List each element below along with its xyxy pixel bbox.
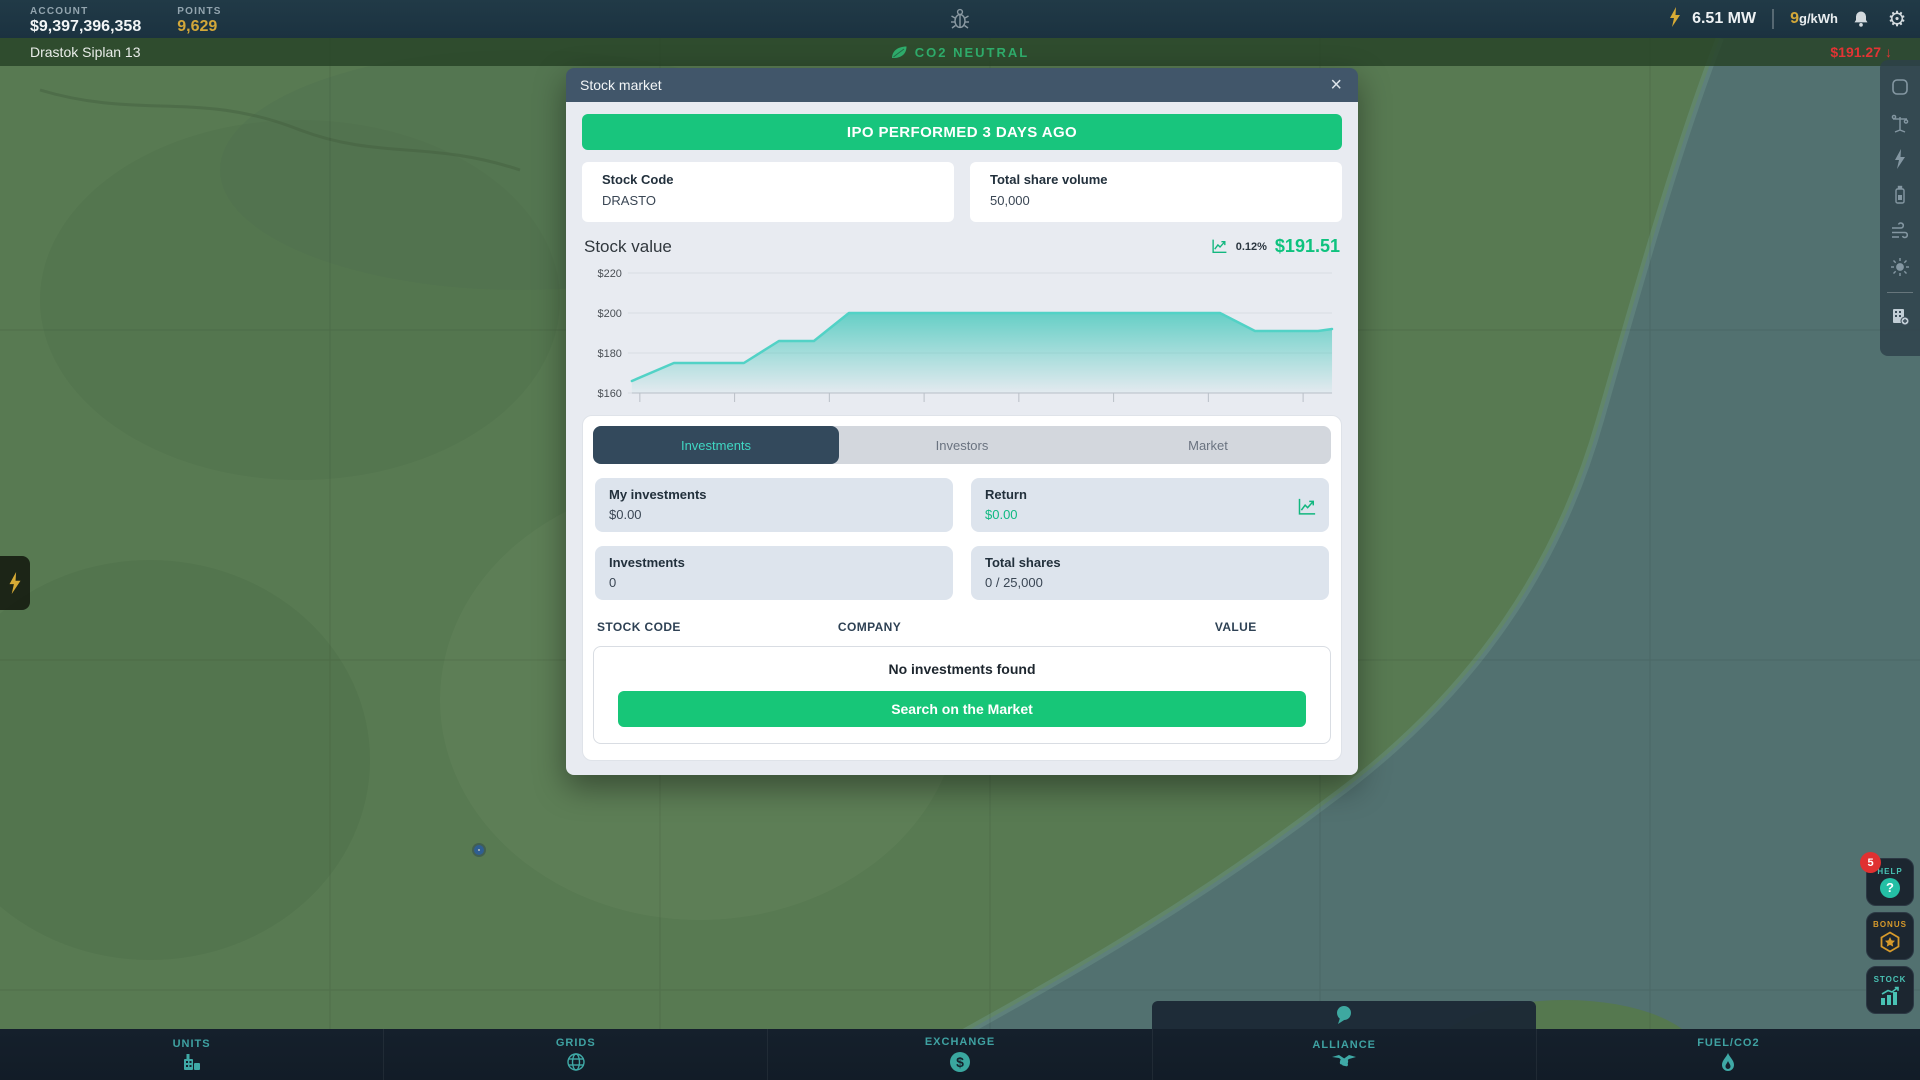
header-stock-code: STOCK CODE: [597, 620, 838, 634]
stock-code-value: DRASTO: [602, 193, 934, 208]
grids-globe-icon: [566, 1052, 586, 1072]
investments-count-value: 0: [609, 575, 939, 590]
city-marker[interactable]: [474, 845, 484, 855]
stock-chart: $220 $200 $180 $160: [582, 261, 1342, 411]
my-investments-label: My investments: [609, 487, 939, 502]
my-investments-value: $0.00: [609, 507, 939, 522]
current-stock-value: $191.51: [1275, 236, 1340, 257]
stock-code-card: Stock Code DRASTO: [582, 162, 954, 222]
grids-label: GRIDS: [556, 1037, 596, 1049]
header-company: COMPANY: [838, 620, 1145, 634]
nav-fuel-co2[interactable]: FUEL/CO2: [1536, 1029, 1920, 1080]
trend-up-icon: [1211, 238, 1228, 255]
modal-body: IPO PERFORMED 3 DAYS AGO Stock Code DRAS…: [566, 102, 1358, 775]
investments-count-label: Investments: [609, 555, 939, 570]
units-label: UNITS: [173, 1038, 211, 1050]
investments-table-header: STOCK CODE COMPANY VALUE: [597, 620, 1327, 634]
total-shares-card: Total shares 0 / 25,000: [971, 546, 1329, 600]
my-investments-card: My investments $0.00: [595, 478, 953, 532]
co2-neutral-label: CO2 NEUTRAL: [915, 45, 1029, 60]
total-shares-label: Total shares: [985, 555, 1315, 570]
alliance-handshake-icon: [1331, 1054, 1357, 1070]
return-card: Return $0.00: [971, 478, 1329, 532]
share-volume-card: Total share volume 50,000: [970, 162, 1342, 222]
tab-bar: Investments Investors Market: [593, 426, 1331, 464]
tab-investors[interactable]: Investors: [839, 426, 1085, 464]
return-trend-icon: [1297, 497, 1317, 522]
help-badge: 5: [1860, 852, 1881, 873]
select-area-icon[interactable]: [1886, 72, 1914, 102]
svg-text:$: $: [956, 1054, 964, 1070]
empty-state-card: No investments found Search on the Marke…: [593, 646, 1331, 744]
wind-icon[interactable]: [1886, 216, 1914, 246]
svg-text:$180: $180: [598, 348, 622, 360]
share-volume-label: Total share volume: [990, 172, 1322, 187]
exchange-coin-icon: $: [949, 1051, 971, 1073]
corner-buttons: 5 HELP ? BONUS STOCK: [1866, 858, 1914, 1014]
nav-alliance[interactable]: ALLIANCE: [1152, 1029, 1536, 1080]
solar-sun-icon[interactable]: [1886, 252, 1914, 282]
build-toolbar: [1880, 60, 1920, 356]
chat-bubble-icon: [1333, 1005, 1355, 1025]
stock-market-modal: Stock market × IPO PERFORMED 3 DAYS AGO …: [566, 68, 1358, 775]
alliance-chat-popup[interactable]: [1152, 1001, 1536, 1029]
energy-flyout-handle[interactable]: [0, 556, 30, 610]
nav-units[interactable]: UNITS: [0, 1029, 383, 1080]
stock-chart-icon: [1879, 986, 1901, 1006]
exchange-label: EXCHANGE: [925, 1036, 995, 1048]
add-building-icon[interactable]: [1886, 301, 1914, 331]
company-strip: Drastok Siplan 13 CO2 NEUTRAL $191.27 ↓: [0, 38, 1920, 66]
help-question-icon: ?: [1880, 878, 1900, 898]
close-icon[interactable]: ×: [1328, 75, 1344, 95]
nav-exchange[interactable]: EXCHANGE $: [767, 1029, 1151, 1080]
co2-neutral-badge: CO2 NEUTRAL: [0, 45, 1920, 60]
return-value: $0.00: [985, 507, 1315, 522]
stock-button[interactable]: STOCK: [1866, 966, 1914, 1014]
tab-investments[interactable]: Investments: [593, 426, 839, 464]
stock-value-title: Stock value: [584, 237, 672, 257]
alliance-label: ALLIANCE: [1312, 1039, 1376, 1051]
tab-market[interactable]: Market: [1085, 426, 1331, 464]
change-percent: 0.12%: [1236, 241, 1267, 253]
empty-message: No investments found: [618, 661, 1306, 677]
share-volume-value: 50,000: [990, 193, 1322, 208]
bonus-button[interactable]: BONUS: [1866, 912, 1914, 960]
fuel-co2-label: FUEL/CO2: [1697, 1037, 1759, 1049]
investments-count-card: Investments 0: [595, 546, 953, 600]
help-label: HELP: [1877, 867, 1902, 876]
modal-header: Stock market ×: [566, 68, 1358, 102]
power-pole-icon[interactable]: [1886, 108, 1914, 138]
investments-panel: Investments Investors Market My investme…: [582, 415, 1342, 761]
bonus-hexagon-icon: [1879, 931, 1901, 953]
help-button[interactable]: 5 HELP ?: [1866, 858, 1914, 906]
search-market-button[interactable]: Search on the Market: [618, 691, 1306, 727]
nav-grids[interactable]: GRIDS: [383, 1029, 767, 1080]
svg-text:$160: $160: [598, 388, 622, 400]
return-label: Return: [985, 487, 1315, 502]
svg-text:$220: $220: [598, 268, 622, 280]
top-bar: ACCOUNT $9,397,396,358 POINTS 9,629 6.51…: [0, 0, 1920, 38]
bug-report-icon[interactable]: [947, 6, 973, 32]
svg-text:$200: $200: [598, 308, 622, 320]
energy-bolt-icon: [7, 572, 23, 594]
leaf-icon: [891, 45, 908, 60]
fuel-flame-icon: [1720, 1052, 1736, 1072]
toolbar-divider: [1887, 292, 1913, 293]
battery-icon[interactable]: [1886, 180, 1914, 210]
header-value: VALUE: [1144, 620, 1327, 634]
total-shares-value: 0 / 25,000: [985, 575, 1315, 590]
electricity-icon[interactable]: [1886, 144, 1914, 174]
units-factory-icon: [181, 1053, 203, 1071]
ipo-banner: IPO PERFORMED 3 DAYS AGO: [582, 114, 1342, 150]
bottom-nav: UNITS GRIDS EXCHANGE $ ALLIANCE: [0, 1029, 1920, 1080]
stock-label: STOCK: [1874, 975, 1907, 984]
modal-title: Stock market: [580, 77, 662, 93]
bonus-label: BONUS: [1873, 920, 1907, 929]
stock-code-label: Stock Code: [602, 172, 934, 187]
